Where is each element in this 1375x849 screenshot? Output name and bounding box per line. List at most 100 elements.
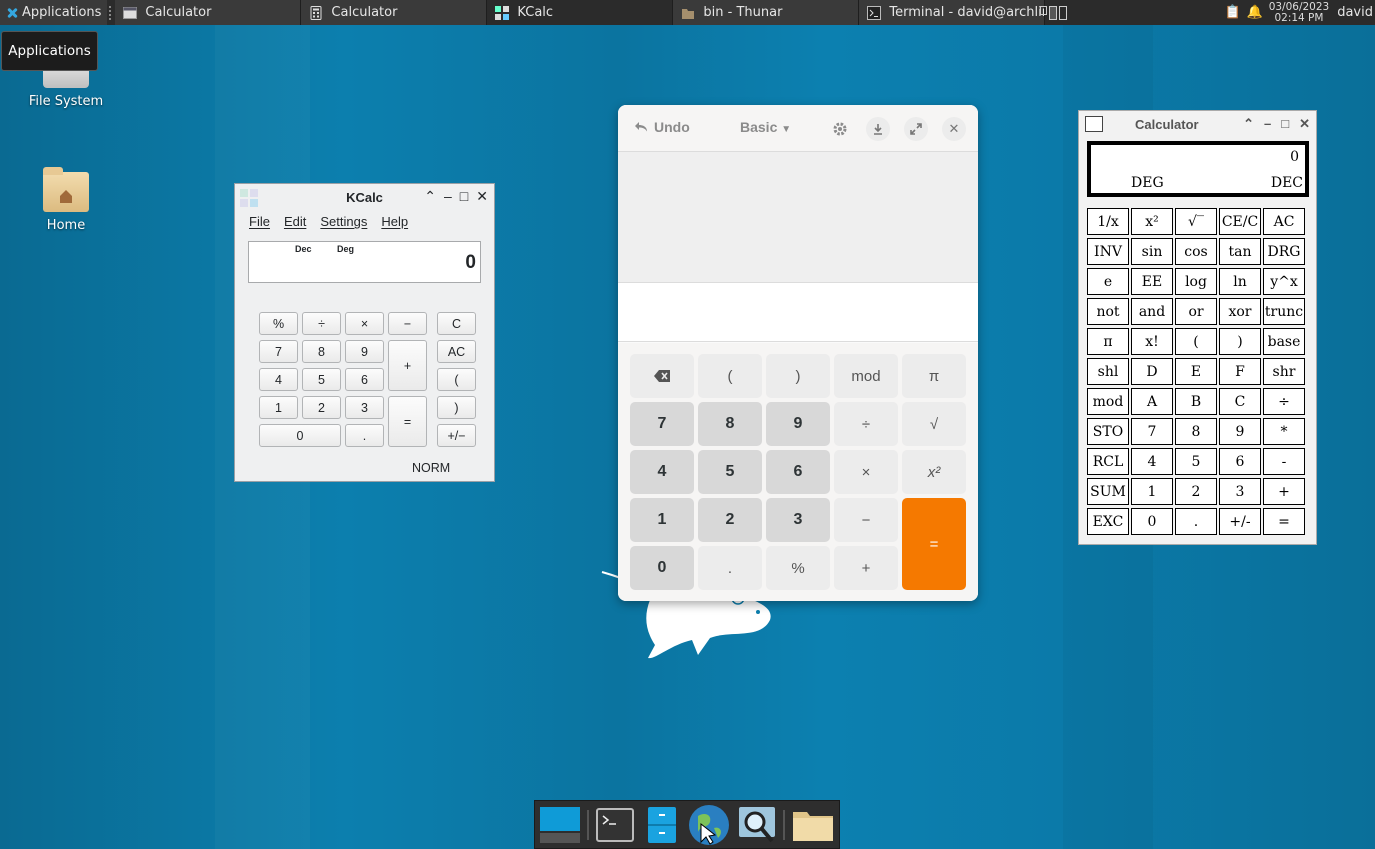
xcalc-key-e-button[interactable]: E [1175,358,1217,385]
xcalc-key-inv-button[interactable]: INV [1087,238,1129,265]
all-clear-button[interactable]: AC [437,340,476,363]
multiply-button[interactable]: × [834,450,898,494]
plus-button[interactable]: + [834,546,898,590]
xcalc-key-a-button[interactable]: A [1131,388,1173,415]
digit-6-button[interactable]: 6 [766,450,830,494]
applications-menu-button[interactable]: Applications [0,0,108,25]
decimal-button[interactable]: . [698,546,762,590]
xcalc-key-trunc-button[interactable]: trunc [1263,298,1305,325]
xcalc-key-shr-button[interactable]: shr [1263,358,1305,385]
notification-bell-icon[interactable]: 🔔 [1247,5,1263,20]
xcalc-key-5-button[interactable]: 5 [1175,448,1217,475]
xcalc-key-9-button[interactable]: 9 [1219,418,1261,445]
digit-1-button[interactable]: 1 [259,396,298,419]
xcalc-key-8-button[interactable]: 8 [1175,418,1217,445]
xcalc-key-or-button[interactable]: or [1175,298,1217,325]
digit-8-button[interactable]: 8 [698,402,762,446]
xcalc-key-6-button[interactable]: 6 [1219,448,1261,475]
close-icon[interactable]: ✕ [476,188,488,205]
xcalc-key-symbol-button[interactable]: ) [1219,328,1261,355]
xcalc-key-ac-button[interactable]: AC [1263,208,1305,235]
desktop-icon-home[interactable]: Home [11,167,121,233]
xcalc-key-symbol-button[interactable]: = [1263,508,1305,535]
digit-2-button[interactable]: 2 [302,396,341,419]
maximize-icon[interactable]: □ [1281,116,1289,132]
taskbar-item-kcalc[interactable]: KCalc [487,0,674,25]
digit-7-button[interactable]: 7 [630,402,694,446]
xcalc-key-symbol-button[interactable]: +/- [1219,508,1261,535]
workspace-1[interactable] [1039,5,1047,15]
menu-help[interactable]: Help [381,214,408,235]
open-paren-button[interactable]: ( [698,354,762,398]
taskbar-item-calculator-xcalc[interactable]: Calculator [115,0,302,25]
menu-edit[interactable]: Edit [284,214,306,235]
xcalc-key-0-button[interactable]: 0 [1131,508,1173,535]
xcalc-key-2-button[interactable]: 2 [1175,478,1217,505]
digit-1-button[interactable]: 1 [630,498,694,542]
workspace-switcher[interactable] [1039,5,1067,20]
xcalc-key-b-button[interactable]: B [1175,388,1217,415]
decimal-button[interactable]: . [345,424,384,447]
taskbar-item-calculator-gnome[interactable]: Calculator [301,0,488,25]
multiply-button[interactable]: × [345,312,384,335]
xcalc-key-sto-button[interactable]: STO [1087,418,1129,445]
sqrt-button[interactable]: √ [902,402,966,446]
divide-button[interactable]: ÷ [302,312,341,335]
xcalc-key-7-button[interactable]: 7 [1131,418,1173,445]
minimize-icon[interactable]: – [444,188,452,205]
square-button[interactable]: x² [902,450,966,494]
digit-0-button[interactable]: 0 [630,546,694,590]
xcalc-key-symbol-button[interactable]: + [1263,478,1305,505]
close-paren-button[interactable]: ) [766,354,830,398]
pi-button[interactable]: π [902,354,966,398]
digit-3-button[interactable]: 3 [345,396,384,419]
xcalc-key-e-button[interactable]: e [1087,268,1129,295]
xcalc-key-4-button[interactable]: 4 [1131,448,1173,475]
xcalc-key-sin-button[interactable]: sin [1131,238,1173,265]
menu-settings[interactable]: Settings [320,214,367,235]
xcalc-key-mod-button[interactable]: mod [1087,388,1129,415]
xcalc-key-base-button[interactable]: base [1263,328,1305,355]
clipboard-icon[interactable]: 📋 [1225,5,1241,20]
xcalc-key-shl-button[interactable]: shl [1087,358,1129,385]
file-manager-icon[interactable] [642,804,683,846]
backspace-button[interactable] [630,354,694,398]
digit-0-button[interactable]: 0 [259,424,341,447]
xcalc-key-symbol-button[interactable]: ( [1175,328,1217,355]
xcalc-key-3-button[interactable]: 3 [1219,478,1261,505]
xcalc-key-exc-button[interactable]: EXC [1087,508,1129,535]
percent-button[interactable]: % [766,546,830,590]
xcalc-key-and-button[interactable]: and [1131,298,1173,325]
xcalc-key-ee-button[interactable]: EE [1131,268,1173,295]
xcalc-key-ln-button[interactable]: ln [1219,268,1261,295]
digit-4-button[interactable]: 4 [630,450,694,494]
plus-button[interactable]: + [388,340,427,391]
digit-4-button[interactable]: 4 [259,368,298,391]
digit-2-button[interactable]: 2 [698,498,762,542]
close-paren-button[interactable]: ) [437,396,476,419]
xcalc-key-not-button[interactable]: not [1087,298,1129,325]
digit-5-button[interactable]: 5 [698,450,762,494]
close-icon[interactable]: ✕ [1299,116,1310,132]
xcalc-key-tan-button[interactable]: tan [1219,238,1261,265]
xcalc-key-1-x-button[interactable]: 1/x [1087,208,1129,235]
xcalc-key-c-button[interactable]: C [1219,388,1261,415]
gnome-calc-headerbar[interactable]: Undo Basic ▼ ✕ [618,105,978,151]
xcalc-key-symbol-button[interactable]: - [1263,448,1305,475]
app-finder-icon[interactable] [736,804,777,846]
digit-3-button[interactable]: 3 [766,498,830,542]
digit-7-button[interactable]: 7 [259,340,298,363]
equals-button[interactable]: = [388,396,427,447]
xcalc-key-drg-button[interactable]: DRG [1263,238,1305,265]
percent-button[interactable]: % [259,312,298,335]
taskbar-item-thunar[interactable]: bin - Thunar [673,0,860,25]
digit-6-button[interactable]: 6 [345,368,384,391]
close-icon[interactable]: ✕ [942,117,966,141]
xcalc-key-sum-button[interactable]: SUM [1087,478,1129,505]
shade-icon[interactable]: ⌃ [424,188,436,205]
minimize-icon[interactable]: – [1264,116,1271,132]
window-menu-icon[interactable] [1085,116,1103,132]
xcalc-key-y-x-button[interactable]: y^x [1263,268,1305,295]
xcalc-key-symbol-button[interactable]: * [1263,418,1305,445]
digit-9-button[interactable]: 9 [345,340,384,363]
